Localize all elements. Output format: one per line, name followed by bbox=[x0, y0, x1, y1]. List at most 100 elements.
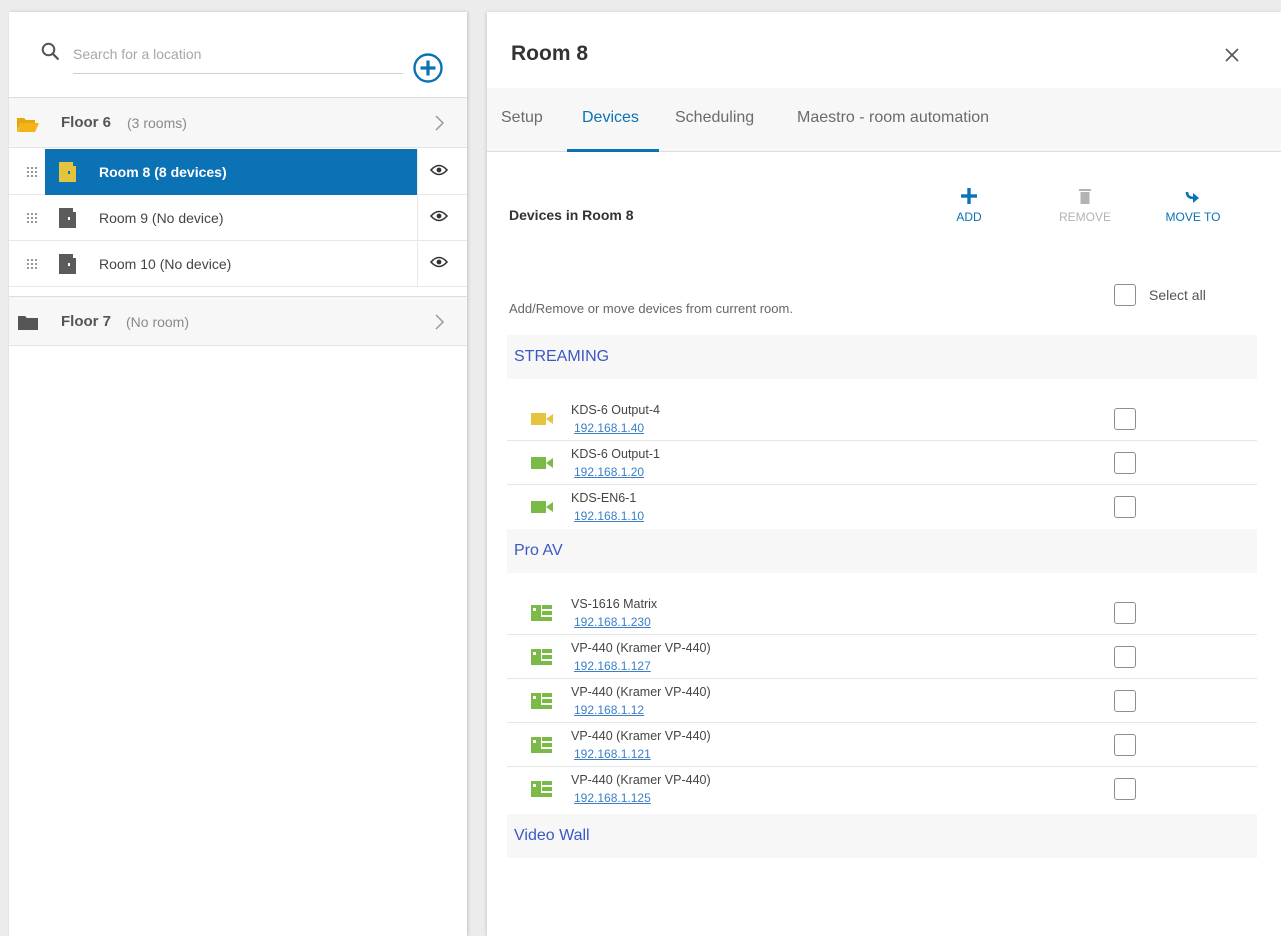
tab-maestro-room-automation[interactable]: Maestro - room automation bbox=[797, 109, 989, 127]
device-ip-link[interactable]: 192.168.1.20 bbox=[574, 465, 644, 479]
devices-section-title: Devices in Room 8 bbox=[509, 207, 634, 223]
plus-icon bbox=[961, 188, 977, 204]
matrix-device-icon bbox=[531, 605, 552, 621]
location-tree-panel: Floor 6 (3 rooms) Room 8 (8 devices) bbox=[9, 12, 467, 936]
room-detail-panel: Room 8 Setup Devices Scheduling Maestro … bbox=[487, 12, 1281, 936]
floor-name: Floor 6 bbox=[61, 114, 112, 131]
chevron-right-icon bbox=[435, 115, 445, 131]
move-arrow-icon bbox=[1185, 191, 1199, 203]
room-row-room-10[interactable]: Room 10 (No device) bbox=[9, 241, 467, 287]
group-header-video-wall: Video Wall bbox=[507, 814, 1257, 858]
close-icon[interactable] bbox=[1223, 46, 1241, 64]
remove-device-button[interactable]: REMOVE bbox=[1045, 188, 1125, 226]
remove-label: REMOVE bbox=[1058, 210, 1111, 224]
matrix-device-icon bbox=[531, 649, 552, 665]
device-name: VP-440 (Kramer VP-440) bbox=[571, 729, 711, 743]
tab-bar: Setup Devices Scheduling Maestro - room … bbox=[487, 88, 1281, 152]
move-to-button[interactable]: MOVE TO bbox=[1153, 188, 1233, 226]
camera-icon bbox=[531, 413, 553, 425]
add-label: ADD bbox=[956, 210, 982, 224]
floor-row-floor-6[interactable]: Floor 6 (3 rooms) bbox=[9, 98, 467, 148]
floor-room-count: (3 rooms) bbox=[127, 115, 187, 131]
device-row: VP-440 (Kramer VP-440) 192.168.1.121 bbox=[507, 723, 1257, 767]
search-bar bbox=[9, 12, 467, 98]
device-row: KDS-6 Output-4 192.168.1.40 bbox=[507, 397, 1257, 441]
matrix-device-icon bbox=[531, 781, 552, 797]
device-name: VP-440 (Kramer VP-440) bbox=[571, 773, 711, 787]
add-device-button[interactable]: ADD bbox=[929, 188, 1009, 226]
device-ip-link[interactable]: 192.168.1.127 bbox=[574, 659, 651, 673]
device-checkbox[interactable] bbox=[1114, 496, 1136, 518]
tab-scheduling[interactable]: Scheduling bbox=[675, 109, 754, 127]
device-checkbox[interactable] bbox=[1114, 734, 1136, 756]
device-checkbox[interactable] bbox=[1114, 778, 1136, 800]
room-name: Room 8 (8 devices) bbox=[99, 164, 227, 180]
device-row: VP-440 (Kramer VP-440) 192.168.1.125 bbox=[507, 767, 1257, 811]
tab-devices[interactable]: Devices bbox=[582, 109, 639, 127]
search-icon bbox=[41, 42, 59, 60]
group-header-streaming: STREAMING bbox=[507, 335, 1257, 379]
chevron-right-icon bbox=[435, 314, 445, 330]
door-icon bbox=[59, 208, 76, 228]
device-name: KDS-6 Output-4 bbox=[571, 403, 660, 417]
matrix-device-icon bbox=[531, 737, 552, 753]
matrix-device-icon bbox=[531, 693, 552, 709]
folder-closed-icon bbox=[18, 316, 38, 330]
device-ip-link[interactable]: 192.168.1.10 bbox=[574, 509, 644, 523]
folder-open-icon bbox=[17, 118, 39, 132]
tab-setup[interactable]: Setup bbox=[501, 109, 543, 127]
room-detail-header: Room 8 bbox=[487, 12, 1281, 88]
floor-name: Floor 7 bbox=[61, 313, 112, 330]
device-ip-link[interactable]: 192.168.1.125 bbox=[574, 791, 651, 805]
room-name: Room 9 (No device) bbox=[99, 210, 224, 226]
door-icon bbox=[59, 162, 76, 182]
device-checkbox[interactable] bbox=[1114, 690, 1136, 712]
select-all-checkbox[interactable]: Select all bbox=[1114, 284, 1206, 306]
trash-icon bbox=[1079, 189, 1091, 204]
device-row: VP-440 (Kramer VP-440) 192.168.1.127 bbox=[507, 635, 1257, 679]
checkbox[interactable] bbox=[1114, 284, 1136, 306]
group-header-pro-av: Pro AV bbox=[507, 529, 1257, 573]
device-checkbox[interactable] bbox=[1114, 646, 1136, 668]
drag-handle-icon[interactable] bbox=[26, 166, 38, 178]
room-name: Room 10 (No device) bbox=[99, 256, 232, 272]
device-row: KDS-EN6-1 192.168.1.10 bbox=[507, 485, 1257, 529]
device-ip-link[interactable]: 192.168.1.40 bbox=[574, 421, 644, 435]
devices-hint-text: Add/Remove or move devices from current … bbox=[509, 301, 793, 316]
device-name: VP-440 (Kramer VP-440) bbox=[571, 641, 711, 655]
page-title: Room 8 bbox=[511, 42, 589, 65]
room-row-room-9[interactable]: Room 9 (No device) bbox=[9, 195, 467, 241]
plus-circle-icon[interactable] bbox=[412, 52, 444, 84]
camera-icon bbox=[531, 457, 553, 469]
device-name: KDS-EN6-1 bbox=[571, 491, 637, 505]
device-row: VS-1616 Matrix 192.168.1.230 bbox=[507, 591, 1257, 635]
floor-room-count: (No room) bbox=[126, 314, 190, 330]
door-icon bbox=[59, 254, 76, 274]
eye-icon[interactable] bbox=[430, 163, 448, 177]
drag-handle-icon[interactable] bbox=[26, 212, 38, 224]
device-name: KDS-6 Output-1 bbox=[571, 447, 660, 461]
divider bbox=[417, 241, 418, 287]
floor-row-floor-7[interactable]: Floor 7 (No room) bbox=[9, 296, 467, 346]
select-all-label: Select all bbox=[1149, 287, 1206, 303]
divider bbox=[417, 195, 418, 241]
move-to-label: MOVE TO bbox=[1165, 210, 1221, 224]
room-row-room-8[interactable]: Room 8 (8 devices) bbox=[9, 149, 467, 195]
device-ip-link[interactable]: 192.168.1.121 bbox=[574, 747, 651, 761]
drag-handle-icon[interactable] bbox=[26, 258, 38, 270]
device-name: VS-1616 Matrix bbox=[571, 597, 658, 611]
divider bbox=[417, 149, 418, 195]
eye-icon[interactable] bbox=[430, 209, 448, 223]
device-ip-link[interactable]: 192.168.1.230 bbox=[574, 615, 651, 629]
eye-icon[interactable] bbox=[430, 255, 448, 269]
device-checkbox[interactable] bbox=[1114, 452, 1136, 474]
device-name: VP-440 (Kramer VP-440) bbox=[571, 685, 711, 699]
camera-icon bbox=[531, 501, 553, 513]
device-checkbox[interactable] bbox=[1114, 602, 1136, 624]
device-row: VP-440 (Kramer VP-440) 192.168.1.12 bbox=[507, 679, 1257, 723]
device-ip-link[interactable]: 192.168.1.12 bbox=[574, 703, 644, 717]
active-tab-indicator bbox=[567, 149, 659, 152]
search-location-input[interactable] bbox=[73, 40, 403, 74]
device-row: KDS-6 Output-1 192.168.1.20 bbox=[507, 441, 1257, 485]
device-checkbox[interactable] bbox=[1114, 408, 1136, 430]
